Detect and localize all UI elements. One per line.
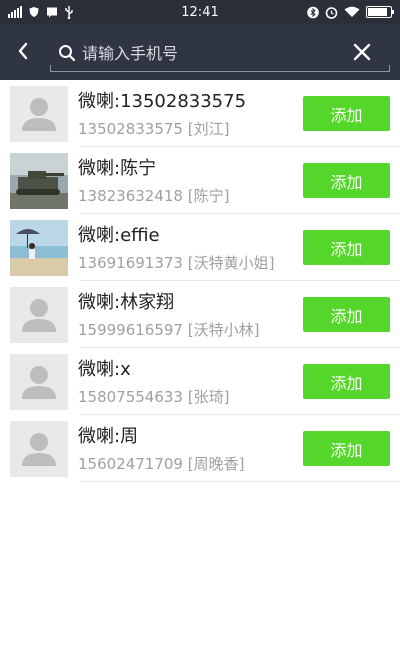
status-left-icons — [8, 5, 74, 19]
add-contact-button[interactable]: 添加 — [303, 96, 390, 131]
contact-detail: 13691691373 [沃特黄小姐] — [78, 254, 275, 272]
bluetooth-icon — [307, 6, 319, 18]
back-button[interactable] — [10, 38, 36, 64]
contact-name: 微喇:x — [78, 359, 131, 380]
usb-icon — [65, 5, 73, 19]
contact-name: 微喇:林家翔 — [78, 292, 175, 313]
contact-detail: 15999616597 [沃特小林] — [78, 321, 260, 339]
contact-name: 微喇:周 — [78, 426, 139, 447]
signal-icon — [8, 6, 22, 18]
contact-list: 微喇:13502833575 13502833575 [刘江] 添加 微喇:陈宁… — [0, 80, 400, 482]
search-box — [50, 34, 390, 72]
default-avatar-icon — [10, 421, 68, 477]
contact-detail: 15807554633 [张琦] — [78, 388, 230, 406]
add-contact-button[interactable]: 添加 — [303, 297, 390, 332]
tank-photo — [10, 153, 68, 209]
default-avatar-icon — [10, 354, 68, 410]
status-right-icons — [307, 6, 394, 19]
default-avatar-icon — [10, 86, 68, 142]
clear-search-button[interactable] — [350, 40, 374, 64]
message-icon — [47, 7, 57, 18]
divider — [80, 481, 400, 482]
contact-detail: 13823632418 [陈宁] — [78, 187, 230, 205]
wifi-icon — [344, 6, 360, 17]
alarm-icon — [325, 6, 338, 19]
add-contact-button[interactable]: 添加 — [303, 230, 390, 265]
contact-detail: 13502833575 [刘江] — [78, 120, 230, 138]
contact-name: 微喇:effie — [78, 225, 160, 246]
contact-name: 微喇:13502833575 — [78, 91, 247, 112]
search-header — [0, 24, 400, 80]
list-item[interactable]: 微喇:x 15807554633 [张琦] 添加 — [0, 348, 400, 415]
contact-detail: 15602471709 [周晚香] — [78, 455, 245, 473]
search-icon — [59, 45, 76, 62]
shield-icon — [29, 7, 39, 17]
status-bar: 12:41 — [0, 0, 400, 24]
add-contact-button[interactable]: 添加 — [303, 431, 390, 466]
chevron-left-icon — [18, 42, 28, 60]
battery-icon — [366, 6, 394, 18]
list-item[interactable]: 微喇:13502833575 13502833575 [刘江] 添加 — [0, 80, 400, 147]
default-avatar-icon — [10, 287, 68, 343]
add-contact-button[interactable]: 添加 — [303, 163, 390, 198]
close-icon — [353, 43, 371, 61]
list-item[interactable]: 微喇:effie 13691691373 [沃特黄小姐] 添加 — [0, 214, 400, 281]
list-item[interactable]: 微喇:周 15602471709 [周晚香] 添加 — [0, 415, 400, 482]
beach-photo — [10, 220, 68, 276]
search-input[interactable] — [82, 40, 342, 66]
contact-name: 微喇:陈宁 — [78, 158, 157, 179]
add-contact-button[interactable]: 添加 — [303, 364, 390, 399]
battery-fill — [368, 8, 387, 16]
list-item[interactable]: 微喇:林家翔 15999616597 [沃特小林] 添加 — [0, 281, 400, 348]
list-item[interactable]: 微喇:陈宁 13823632418 [陈宁] 添加 — [0, 147, 400, 214]
